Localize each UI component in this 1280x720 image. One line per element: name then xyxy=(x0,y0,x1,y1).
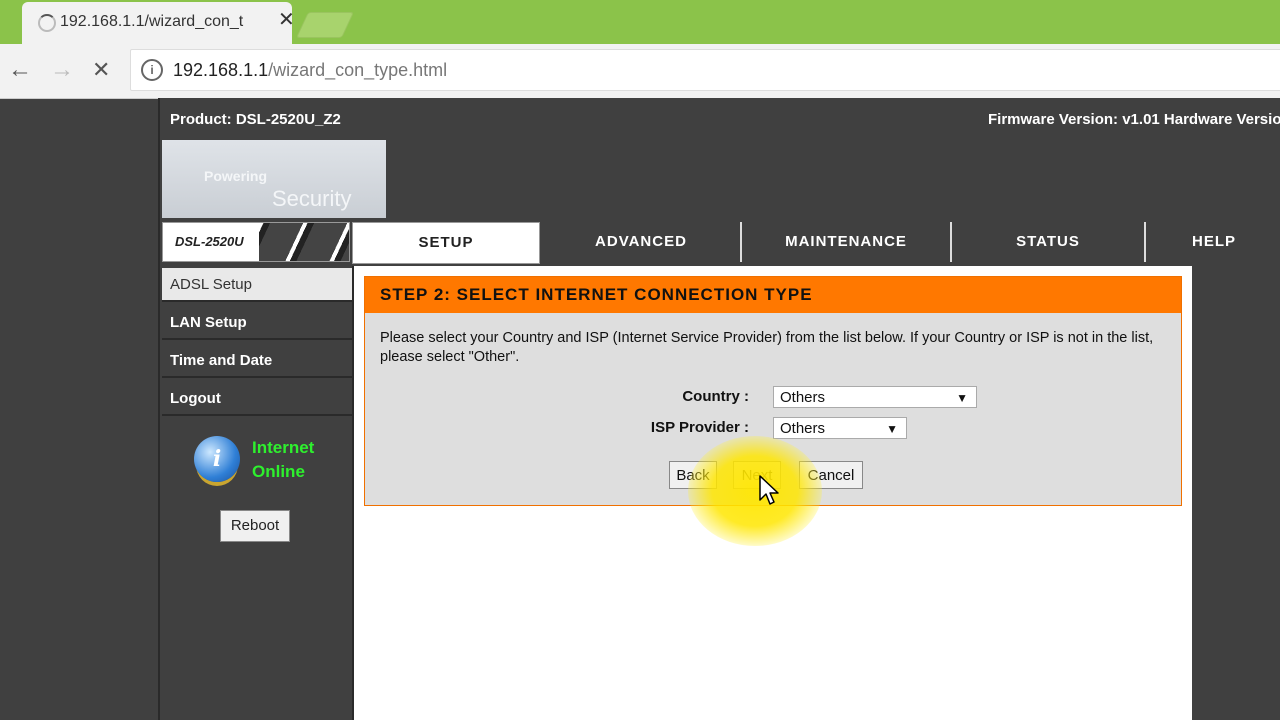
main-nav: DSL-2520U SETUP ADVANCED MAINTENANCE STA… xyxy=(160,220,1280,264)
browser-tab[interactable]: 192.168.1.1/wizard_con_t ✕ xyxy=(22,2,295,44)
url-host: 192.168.1.1 xyxy=(173,60,269,80)
sidebar-item-time-and-date[interactable]: Time and Date xyxy=(162,344,352,378)
model-stripes-decoration xyxy=(259,223,349,261)
back-arrow-icon[interactable]: ← xyxy=(8,56,32,84)
url-path: /wizard_con_type.html xyxy=(268,60,448,80)
online-label: Online xyxy=(252,462,305,481)
next-button[interactable]: Next xyxy=(733,461,781,489)
nav-tab-advanced[interactable]: ADVANCED xyxy=(542,222,742,262)
tab-title: 192.168.1.1/wizard_con_t xyxy=(60,13,244,30)
loading-spinner-icon xyxy=(38,14,56,32)
chevron-down-icon: ▼ xyxy=(956,391,968,405)
wizard-step-title: STEP 2: SELECT INTERNET CONNECTION TYPE xyxy=(365,277,1181,313)
forward-arrow-icon[interactable]: → xyxy=(50,56,74,84)
model-badge: DSL-2520U xyxy=(162,222,350,262)
tab-close-icon[interactable]: ✕ xyxy=(278,10,295,30)
nav-tab-help[interactable]: HELP xyxy=(1146,222,1280,262)
internet-status: i Internet Online xyxy=(190,436,350,496)
router-topbar: Product: DSL-2520U_Z2 Firmware Version: … xyxy=(160,98,1280,140)
model-name: DSL-2520U xyxy=(175,234,244,249)
nav-tab-setup[interactable]: SETUP xyxy=(352,222,540,264)
nav-tab-status[interactable]: STATUS xyxy=(952,222,1146,262)
right-margin xyxy=(1192,266,1280,720)
brand-banner: Powering Security xyxy=(162,140,386,218)
country-select-value: Others xyxy=(780,389,826,406)
wizard-panel: STEP 2: SELECT INTERNET CONNECTION TYPE … xyxy=(364,276,1182,506)
chevron-down-icon: ▼ xyxy=(886,422,898,436)
isp-select-value: Others xyxy=(780,420,826,437)
browser-toolbar: ← → ✕ i 192.168.1.1/wizard_con_type.html xyxy=(0,44,1280,99)
nav-tab-maintenance[interactable]: MAINTENANCE xyxy=(742,222,952,262)
cancel-button[interactable]: Cancel xyxy=(799,461,863,489)
country-label: Country : xyxy=(682,388,749,405)
product-name: Product: DSL-2520U_Z2 xyxy=(170,111,341,128)
banner-text-security: Security xyxy=(272,186,352,211)
address-url[interactable]: 192.168.1.1/wizard_con_type.html xyxy=(173,60,447,81)
sidebar-item-adsl-setup[interactable]: ADSL Setup xyxy=(162,268,352,302)
country-select[interactable]: Others ▼ xyxy=(773,386,977,408)
reboot-button[interactable]: Reboot xyxy=(220,510,290,542)
isp-provider-select[interactable]: Others ▼ xyxy=(773,417,907,439)
internet-label: Internet xyxy=(252,438,315,457)
firmware-version: Firmware Version: v1.01 Hardware Versio xyxy=(988,111,1280,128)
sidebar-item-lan-setup[interactable]: LAN Setup xyxy=(162,306,352,340)
stop-loading-icon[interactable]: ✕ xyxy=(92,56,110,84)
site-info-icon[interactable]: i xyxy=(141,59,163,81)
info-globe-icon: i xyxy=(194,436,240,482)
router-page: Product: DSL-2520U_Z2 Firmware Version: … xyxy=(158,98,1280,720)
internet-status-text: Internet Online xyxy=(252,436,314,484)
main-content: STEP 2: SELECT INTERNET CONNECTION TYPE … xyxy=(354,266,1192,720)
browser-tabstrip: 192.168.1.1/wizard_con_t ✕ xyxy=(0,0,1280,44)
setup-sidebar: ADSL Setup LAN Setup Time and Date Logou… xyxy=(160,266,354,720)
sidebar-item-logout[interactable]: Logout xyxy=(162,382,352,416)
new-tab-button[interactable] xyxy=(295,12,355,38)
banner-text-powering: Powering xyxy=(204,168,268,184)
wizard-description: Please select your Country and ISP (Inte… xyxy=(380,330,1154,365)
isp-provider-label: ISP Provider : xyxy=(650,419,749,436)
back-button[interactable]: Back xyxy=(669,461,717,489)
address-bar[interactable]: i 192.168.1.1/wizard_con_type.html xyxy=(130,49,1280,91)
